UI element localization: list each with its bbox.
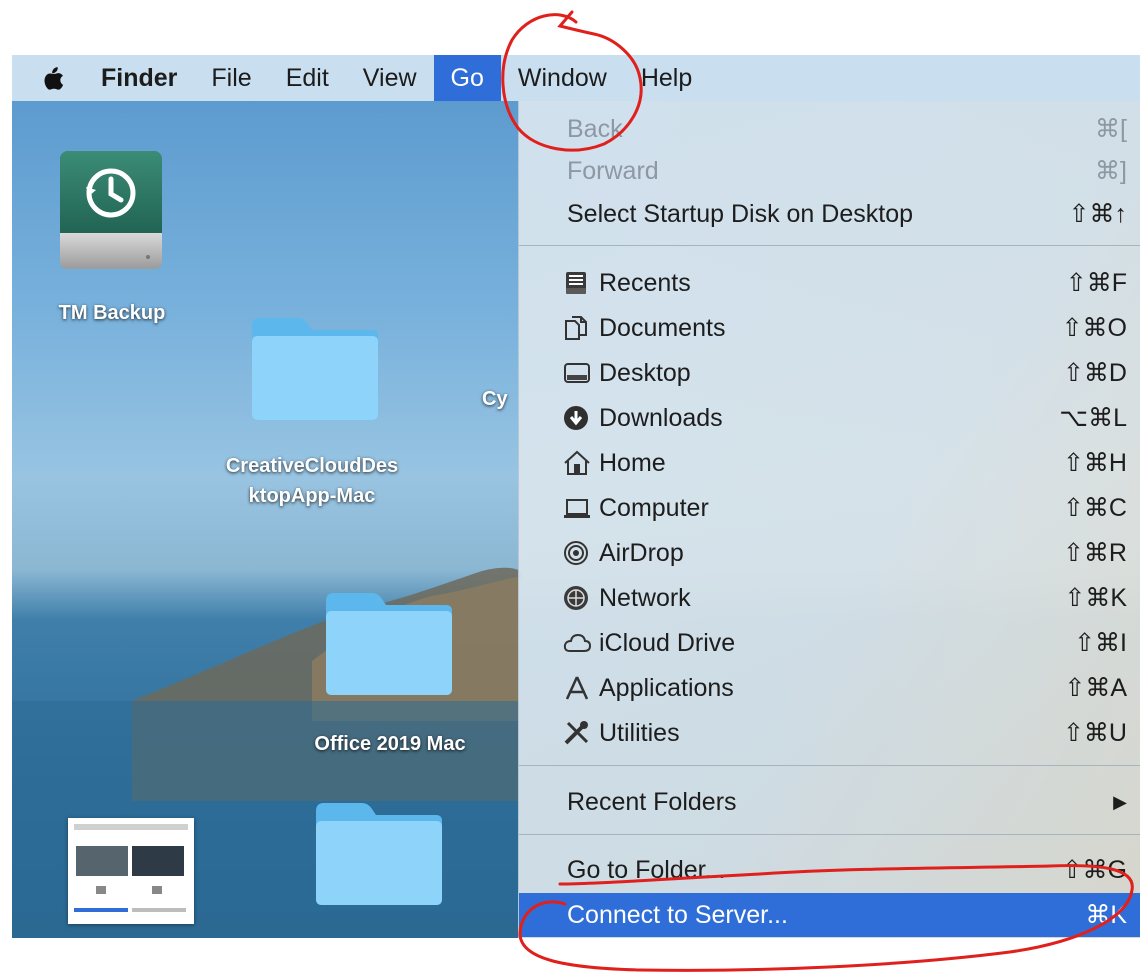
documents-icon	[563, 313, 595, 343]
menu-item-recents[interactable]: Recents ⇧⌘F	[519, 261, 1140, 305]
menu-item-airdrop[interactable]: AirDrop ⇧⌘R	[519, 531, 1140, 575]
apple-menu-icon[interactable]	[12, 55, 84, 101]
menu-separator	[519, 765, 1140, 766]
folder-icon[interactable]	[314, 801, 444, 905]
menu-window[interactable]: Window	[501, 55, 624, 101]
screenshot-thumbnail-icon[interactable]	[68, 818, 194, 924]
cy-partial-label: Cy	[482, 388, 508, 410]
macos-screen: TM Backup CreativeCloudDes ktopApp-Mac C…	[12, 55, 1140, 938]
recents-icon	[563, 268, 595, 298]
menu-separator	[519, 245, 1140, 246]
menu-item-forward[interactable]: Forward ⌘]	[519, 149, 1140, 193]
creativecloud-label: CreativeCloudDes ktopApp-Mac	[225, 455, 399, 507]
menu-item-back[interactable]: Back ⌘[	[519, 107, 1140, 151]
tm-backup-drive-icon[interactable]	[58, 149, 164, 271]
menu-item-documents[interactable]: Documents ⇧⌘O	[519, 306, 1140, 350]
menu-item-icloud-drive[interactable]: iCloud Drive ⇧⌘I	[519, 621, 1140, 665]
menu-finder[interactable]: Finder	[84, 55, 194, 101]
network-icon	[563, 583, 595, 613]
menu-item-downloads[interactable]: Downloads ⌥⌘L	[519, 396, 1140, 440]
submenu-arrow-icon: ▶	[1113, 792, 1127, 812]
go-menu-dropdown: Back ⌘[ Forward ⌘] Select Startup Disk o…	[518, 101, 1140, 938]
menu-item-home[interactable]: Home ⇧⌘H	[519, 441, 1140, 485]
desktop-icon	[563, 358, 595, 388]
menu-item-go-to-folder[interactable]: Go to Folder... ⇧⌘G	[519, 848, 1140, 892]
menu-help[interactable]: Help	[624, 55, 709, 101]
menu-file[interactable]: File	[194, 55, 268, 101]
icloud-icon	[563, 628, 595, 658]
creativecloud-folder-icon[interactable]	[250, 316, 380, 420]
menu-item-connect-to-server[interactable]: Connect to Server... ⌘K	[519, 893, 1140, 937]
menu-bar: Finder File Edit View Go Window Help	[12, 55, 1140, 101]
menu-item-desktop[interactable]: Desktop ⇧⌘D	[519, 351, 1140, 395]
menu-item-applications[interactable]: Applications ⇧⌘A	[519, 666, 1140, 710]
utilities-icon	[563, 718, 595, 748]
airdrop-icon	[563, 538, 595, 568]
computer-icon	[563, 493, 595, 523]
menu-item-select-startup-disk[interactable]: Select Startup Disk on Desktop ⇧⌘↑	[519, 192, 1140, 236]
menu-item-utilities[interactable]: Utilities ⇧⌘U	[519, 711, 1140, 755]
downloads-icon	[563, 403, 595, 433]
menu-item-recent-folders[interactable]: Recent Folders ▶	[519, 780, 1140, 824]
applications-icon	[563, 673, 595, 703]
menu-item-network[interactable]: Network ⇧⌘K	[519, 576, 1140, 620]
tm-backup-label: TM Backup	[58, 302, 166, 324]
menu-go[interactable]: Go	[433, 55, 501, 101]
office-folder-icon[interactable]	[324, 591, 454, 695]
menu-item-computer[interactable]: Computer ⇧⌘C	[519, 486, 1140, 530]
menu-separator	[519, 834, 1140, 835]
office-2019-label: Office 2019 Mac	[314, 733, 466, 755]
menu-edit[interactable]: Edit	[269, 55, 346, 101]
menu-view[interactable]: View	[346, 55, 434, 101]
home-icon	[563, 448, 595, 478]
